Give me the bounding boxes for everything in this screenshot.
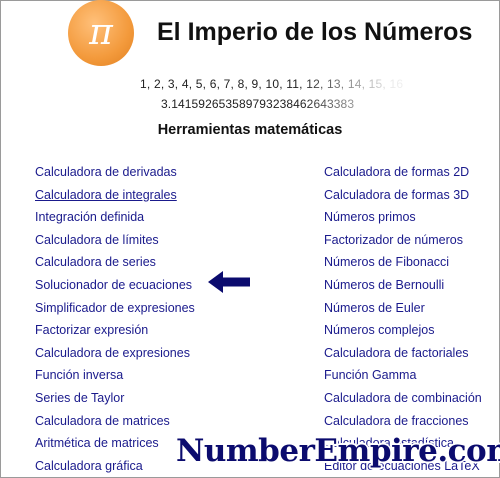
list-item: Aritmética de matrices bbox=[35, 432, 195, 455]
tool-link-integrales[interactable]: Calculadora de integrales bbox=[35, 188, 177, 202]
tool-link-grafica[interactable]: Calculadora gráfica bbox=[35, 459, 143, 473]
tool-link-matrices[interactable]: Calculadora de matrices bbox=[35, 414, 170, 428]
tool-link-formas-3d[interactable]: Calculadora de formas 3D bbox=[324, 188, 469, 202]
section-title: Herramientas matemáticas bbox=[157, 122, 343, 138]
tool-link-formas-2d[interactable]: Calculadora de formas 2D bbox=[324, 165, 469, 179]
list-item: Calculadora de expresiones bbox=[35, 342, 195, 365]
tools-list-right: Calculadora de formas 2D Calculadora de … bbox=[324, 161, 482, 477]
list-item: Función inversa bbox=[35, 364, 195, 387]
pi-logo[interactable]: π bbox=[68, 0, 134, 66]
list-item: Calculadora de integrales bbox=[35, 184, 195, 207]
list-item: Simplificador de expresiones bbox=[35, 297, 195, 320]
tool-link-euler[interactable]: Números de Euler bbox=[324, 301, 425, 315]
tool-link-limites[interactable]: Calculadora de límites bbox=[35, 233, 159, 247]
list-item: Función Gamma bbox=[324, 364, 482, 387]
list-item: Calculadora de formas 2D bbox=[324, 161, 482, 184]
list-item: Números primos bbox=[324, 206, 482, 229]
tools-list-left: Calculadora de derivadas Calculadora de … bbox=[35, 161, 195, 477]
list-item: Series de Taylor bbox=[35, 387, 195, 410]
list-item: Calculadora de límites bbox=[35, 229, 195, 252]
list-item: Calculadora de formas 3D bbox=[324, 184, 482, 207]
list-item: Integración definida bbox=[35, 206, 195, 229]
digits-fade-overlay bbox=[300, 74, 430, 114]
tool-link-funcion-inversa[interactable]: Función inversa bbox=[35, 368, 123, 382]
list-item: Números de Fibonacci bbox=[324, 251, 482, 274]
list-item: Calculadora de factoriales bbox=[324, 342, 482, 365]
tool-link-fibonacci[interactable]: Números de Fibonacci bbox=[324, 255, 449, 269]
list-item: Calculadora de fracciones bbox=[324, 410, 482, 433]
tool-link-aritmetica-matrices[interactable]: Aritmética de matrices bbox=[35, 436, 159, 450]
tool-link-complejos[interactable]: Números complejos bbox=[324, 323, 434, 337]
list-item: Calculadora de combinación bbox=[324, 387, 482, 410]
tool-link-taylor[interactable]: Series de Taylor bbox=[35, 391, 124, 405]
tool-link-factorizador[interactable]: Factorizador de números bbox=[324, 233, 463, 247]
pi-symbol: π bbox=[89, 11, 113, 53]
tool-link-series[interactable]: Calculadora de series bbox=[35, 255, 156, 269]
list-item: Números de Bernoulli bbox=[324, 274, 482, 297]
tool-link-simplificador[interactable]: Simplificador de expresiones bbox=[35, 301, 195, 315]
watermark: NumberEmpire.com bbox=[176, 433, 500, 469]
list-item: Calculadora gráfica bbox=[35, 455, 195, 478]
tool-link-primos[interactable]: Números primos bbox=[324, 210, 416, 224]
tool-link-ecuaciones[interactable]: Solucionador de ecuaciones bbox=[35, 278, 192, 292]
tool-link-gamma[interactable]: Función Gamma bbox=[324, 368, 416, 382]
list-item: Factorizar expresión bbox=[35, 319, 195, 342]
list-item: Solucionador de ecuaciones bbox=[35, 274, 195, 297]
tool-link-factorizar[interactable]: Factorizar expresión bbox=[35, 323, 148, 337]
arrow-left-icon bbox=[208, 271, 250, 293]
list-item: Calculadora de matrices bbox=[35, 410, 195, 433]
tool-link-expresiones[interactable]: Calculadora de expresiones bbox=[35, 346, 190, 360]
tool-link-derivadas[interactable]: Calculadora de derivadas bbox=[35, 165, 177, 179]
tool-link-factoriales[interactable]: Calculadora de factoriales bbox=[324, 346, 469, 360]
tool-link-combinacion[interactable]: Calculadora de combinación bbox=[324, 391, 482, 405]
list-item: Números complejos bbox=[324, 319, 482, 342]
list-item: Números de Euler bbox=[324, 297, 482, 320]
list-item: Calculadora de derivadas bbox=[35, 161, 195, 184]
tool-link-integracion-definida[interactable]: Integración definida bbox=[35, 210, 144, 224]
list-item: Factorizador de números bbox=[324, 229, 482, 252]
tool-link-bernoulli[interactable]: Números de Bernoulli bbox=[324, 278, 444, 292]
tool-link-fracciones[interactable]: Calculadora de fracciones bbox=[324, 414, 469, 428]
site-title[interactable]: El Imperio de los Números bbox=[157, 18, 472, 47]
list-item: Calculadora de series bbox=[35, 251, 195, 274]
